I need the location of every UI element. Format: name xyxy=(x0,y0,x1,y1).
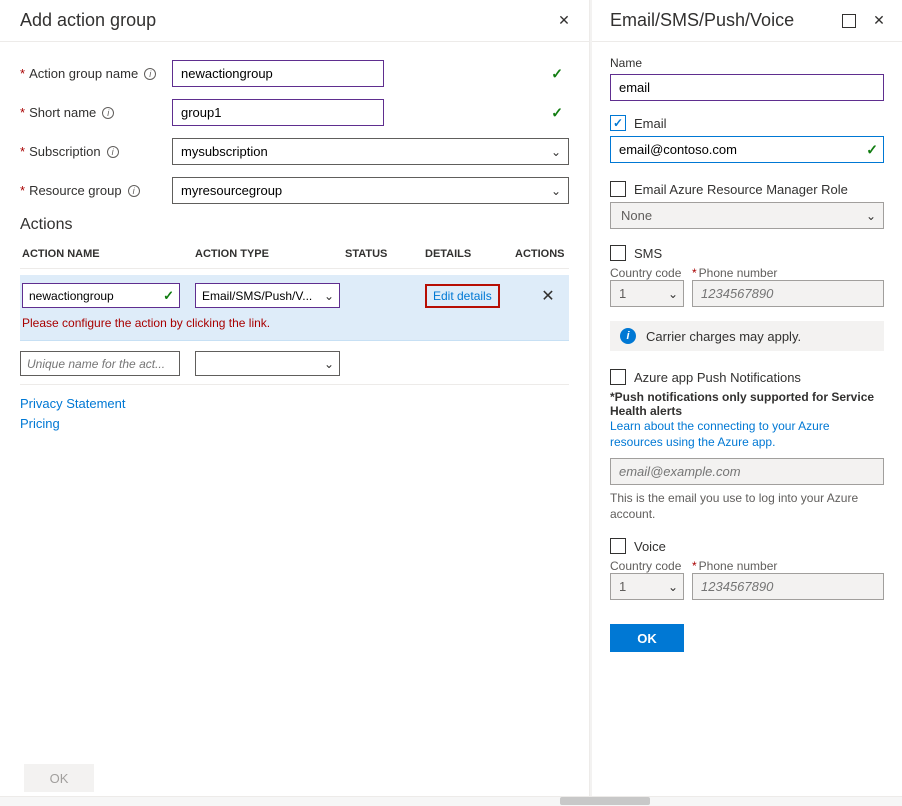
checkmark-icon: ✓ xyxy=(551,104,563,121)
maximize-icon[interactable] xyxy=(842,14,856,28)
subscription-select[interactable] xyxy=(172,138,569,165)
table-header: ACTION NAME ACTION TYPE STATUS DETAILS A… xyxy=(20,244,569,269)
voice-country-code-select[interactable] xyxy=(610,573,684,600)
ok-button[interactable]: OK xyxy=(610,624,684,652)
info-icon[interactable]: i xyxy=(128,185,140,197)
email-checkbox[interactable] xyxy=(610,115,626,131)
action-type-select[interactable] xyxy=(195,283,340,308)
action-row-highlighted: ✓ ⌄ Edit details xyxy=(20,275,569,341)
resource-group-label: *Resource group i xyxy=(20,183,172,198)
ok-button[interactable]: OK xyxy=(24,764,94,792)
voice-checkbox[interactable] xyxy=(610,538,626,554)
sms-label: SMS xyxy=(634,246,662,261)
push-helper: This is the email you use to log into yo… xyxy=(610,491,884,522)
email-input[interactable] xyxy=(610,136,884,163)
info-icon[interactable]: i xyxy=(144,68,156,80)
arm-role-checkbox[interactable] xyxy=(610,181,626,197)
horizontal-scrollbar-thumb[interactable] xyxy=(560,797,650,805)
action-row-empty: ⌄ xyxy=(20,341,569,382)
right-pane-header: Email/SMS/Push/Voice ✕ xyxy=(592,0,902,42)
sms-phone-input[interactable] xyxy=(692,280,884,307)
voice-phone-label: Phone number xyxy=(699,559,778,573)
subscription-label: *Subscription i xyxy=(20,144,172,159)
arm-role-label: Email Azure Resource Manager Role xyxy=(634,182,848,197)
action-type-empty-select[interactable] xyxy=(195,351,340,376)
info-icon[interactable]: i xyxy=(102,107,114,119)
detail-title: Email/SMS/Push/Voice xyxy=(610,10,842,31)
close-icon[interactable]: ✕ xyxy=(870,12,888,30)
checkmark-icon: ✓ xyxy=(163,288,174,304)
close-icon[interactable]: ✕ xyxy=(555,12,573,30)
push-label: Azure app Push Notifications xyxy=(634,370,801,385)
sms-country-code-label: Country code xyxy=(610,266,684,280)
privacy-link[interactable]: Privacy Statement xyxy=(20,396,569,411)
carrier-note: i Carrier charges may apply. xyxy=(610,321,884,351)
checkmark-icon: ✓ xyxy=(866,141,878,158)
resource-group-select[interactable] xyxy=(172,177,569,204)
info-icon: i xyxy=(620,328,636,344)
push-checkbox[interactable] xyxy=(610,369,626,385)
short-name-input[interactable] xyxy=(172,99,384,126)
push-email-input[interactable] xyxy=(610,458,884,485)
edit-details-link[interactable]: Edit details xyxy=(425,284,500,308)
action-error-message: Please configure the action by clicking … xyxy=(20,308,569,330)
arm-role-select[interactable] xyxy=(610,202,884,229)
action-name-input[interactable] xyxy=(22,283,180,308)
actions-heading: Actions xyxy=(20,216,569,234)
info-icon[interactable]: i xyxy=(107,146,119,158)
checkmark-icon: ✓ xyxy=(551,65,563,82)
remove-action-icon[interactable]: ✕ xyxy=(537,286,559,306)
sms-country-code-select[interactable] xyxy=(610,280,684,307)
pricing-link[interactable]: Pricing xyxy=(20,416,569,431)
voice-phone-input[interactable] xyxy=(692,573,884,600)
action-group-name-input[interactable] xyxy=(172,60,384,87)
push-learn-link[interactable]: Learn about the connecting to your Azure… xyxy=(610,419,884,450)
action-group-name-label: *Action group name i xyxy=(20,66,172,81)
short-name-label: *Short name i xyxy=(20,105,172,120)
voice-label: Voice xyxy=(634,539,666,554)
page-title: Add action group xyxy=(20,10,156,31)
horizontal-scrollbar-track[interactable] xyxy=(0,796,902,806)
name-label: Name xyxy=(610,56,884,70)
sms-checkbox[interactable] xyxy=(610,245,626,261)
sms-phone-label: Phone number xyxy=(699,266,778,280)
voice-country-code-label: Country code xyxy=(610,559,684,573)
name-input[interactable] xyxy=(610,74,884,101)
push-note: *Push notifications only supported for S… xyxy=(610,390,884,418)
left-pane-header: Add action group ✕ xyxy=(0,0,589,42)
action-name-empty-input[interactable] xyxy=(20,351,180,376)
email-label: Email xyxy=(634,116,667,131)
